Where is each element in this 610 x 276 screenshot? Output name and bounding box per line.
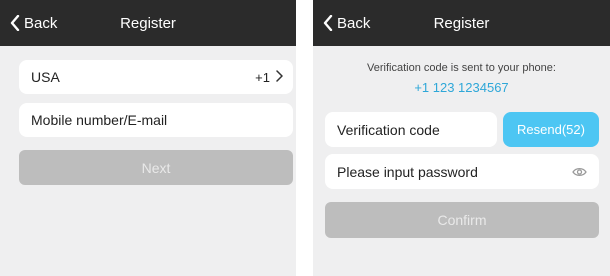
back-button[interactable]: Back	[10, 0, 57, 46]
resend-label: Resend(52)	[517, 122, 585, 137]
country-name: USA	[31, 69, 60, 85]
chevron-right-icon	[276, 69, 283, 85]
country-selector[interactable]: USA +1	[19, 60, 293, 94]
chevron-left-icon	[10, 15, 20, 31]
navigation-bar: Back Register	[0, 0, 296, 46]
eye-icon[interactable]	[572, 164, 587, 180]
back-button[interactable]: Back	[323, 0, 370, 46]
verification-message: Verification code is sent to your phone:	[367, 62, 556, 74]
account-input[interactable]: Mobile number/E-mail	[19, 103, 293, 137]
verification-code-input[interactable]: Verification code	[325, 112, 497, 147]
register-screen-step2: Back Register Verification code is sent …	[313, 0, 610, 276]
page-title: Register	[120, 14, 176, 32]
password-input[interactable]: Please input password	[325, 154, 599, 189]
resend-button[interactable]: Resend(52)	[503, 112, 599, 147]
confirm-button[interactable]: Confirm	[325, 202, 599, 238]
back-label: Back	[337, 14, 371, 32]
phone-number: +1 123 1234567	[414, 80, 509, 95]
country-code: +1	[255, 69, 270, 85]
page-title: Register	[433, 14, 490, 32]
chevron-left-icon	[323, 15, 333, 31]
next-button[interactable]: Next	[19, 150, 293, 185]
password-placeholder: Please input password	[337, 163, 478, 180]
next-label: Next	[141, 159, 171, 176]
register-screen-step1: Back Register USA +1 Mobile number/E-mai…	[0, 0, 296, 276]
back-label: Back	[24, 14, 58, 32]
navigation-bar: Back Register	[313, 0, 610, 46]
verification-code-placeholder: Verification code	[337, 121, 440, 138]
account-placeholder: Mobile number/E-mail	[31, 112, 168, 128]
confirm-label: Confirm	[437, 212, 487, 228]
